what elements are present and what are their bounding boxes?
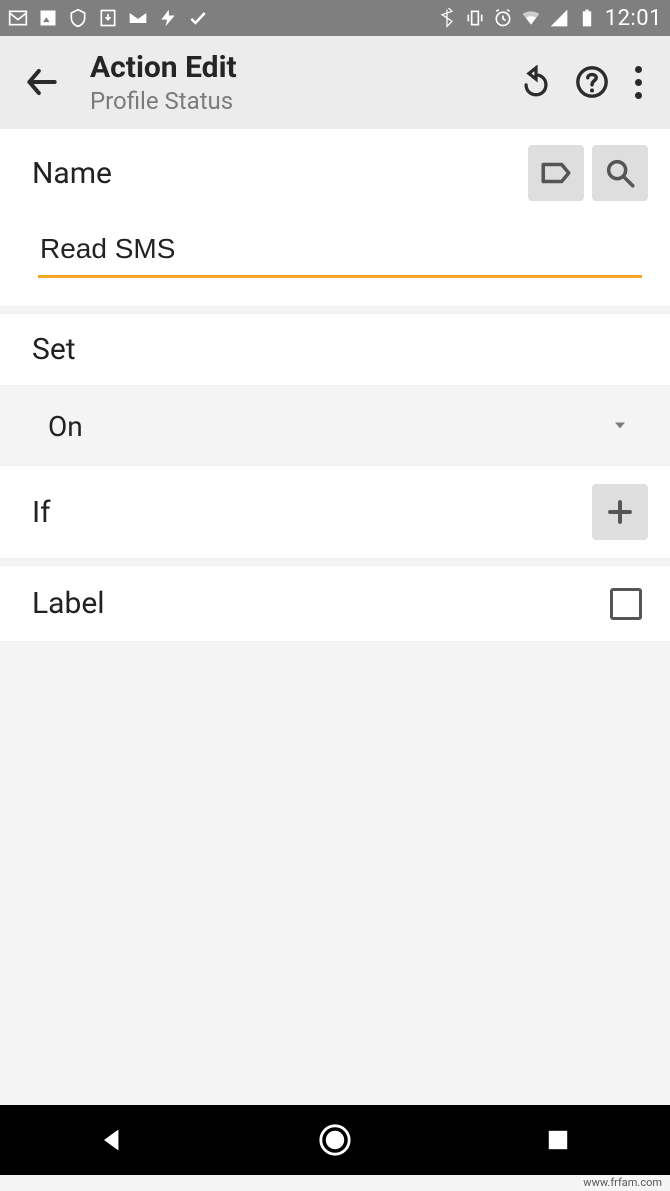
label-checkbox[interactable] (610, 588, 642, 620)
app-bar-titles: Action Edit Profile Status (72, 50, 519, 115)
set-selected-value: On (48, 410, 610, 443)
vibrate-icon (465, 8, 485, 28)
nav-recent-icon (545, 1127, 571, 1153)
content-area: Name Set On If (0, 128, 670, 642)
search-button[interactable] (592, 145, 648, 201)
tag-button[interactable] (528, 145, 584, 201)
set-label: Set (32, 332, 648, 367)
download-icon (98, 8, 118, 28)
if-label: If (32, 495, 592, 530)
page-title: Action Edit (90, 50, 519, 85)
mail-icon (128, 8, 148, 28)
app-bar: Action Edit Profile Status (0, 36, 670, 128)
set-section: Set (0, 313, 670, 386)
name-label: Name (32, 156, 520, 191)
overflow-menu-button[interactable] (631, 62, 646, 103)
plus-icon (603, 495, 637, 529)
app-bar-actions (519, 62, 658, 103)
arrow-left-icon (23, 63, 61, 101)
help-icon[interactable] (575, 65, 609, 99)
dropdown-caret-icon (610, 415, 630, 439)
bluetooth-icon (437, 8, 457, 28)
name-input[interactable] (38, 227, 642, 278)
nav-back-icon (98, 1126, 126, 1154)
android-nav-bar (0, 1105, 670, 1175)
watermark: www.frfam.com (581, 1176, 664, 1189)
if-section: If (0, 465, 670, 559)
status-left-icons (8, 8, 208, 28)
status-right-icons: 12:01 (437, 6, 662, 31)
nav-home-icon (318, 1123, 352, 1157)
gallery-icon (38, 8, 58, 28)
name-section: Name (0, 128, 670, 307)
set-dropdown[interactable]: On (0, 392, 670, 465)
nav-recent-button[interactable] (528, 1110, 588, 1170)
page-subtitle: Profile Status (90, 87, 519, 115)
gmail-icon (8, 8, 28, 28)
android-status-bar: 12:01 (0, 0, 670, 36)
check-icon (188, 8, 208, 28)
status-clock: 12:01 (605, 6, 662, 31)
bolt-icon (158, 8, 178, 28)
shield-icon (68, 8, 88, 28)
label-section: Label (0, 565, 670, 642)
tag-icon (539, 156, 573, 190)
signal-icon (549, 8, 569, 28)
undo-icon[interactable] (519, 65, 553, 99)
alarm-icon (493, 8, 513, 28)
label-option-label: Label (32, 586, 610, 621)
nav-home-button[interactable] (305, 1110, 365, 1170)
battery-icon (577, 8, 597, 28)
search-icon (603, 156, 637, 190)
wifi-icon (521, 8, 541, 28)
add-condition-button[interactable] (592, 484, 648, 540)
nav-back-button[interactable] (82, 1110, 142, 1170)
back-button[interactable] (12, 52, 72, 112)
